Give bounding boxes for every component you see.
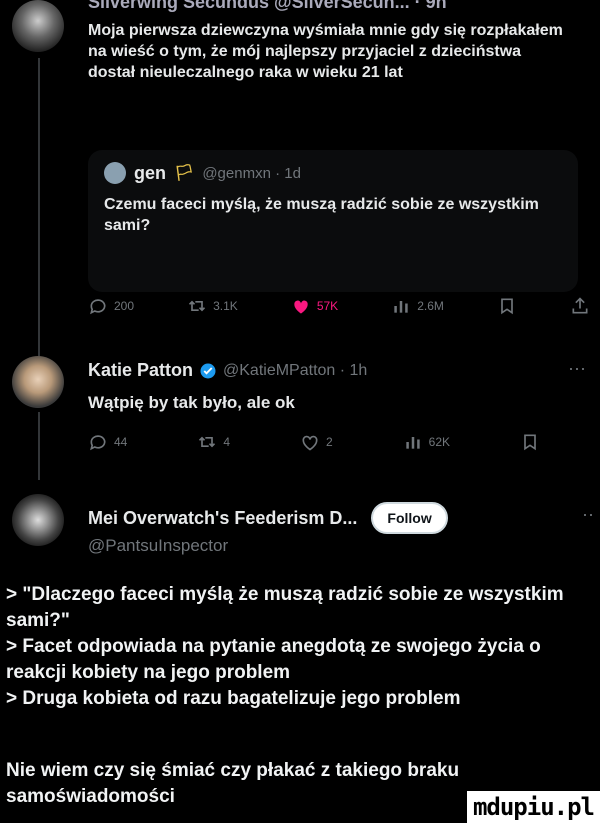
reply-icon: [90, 435, 106, 451]
thread-line: [38, 412, 40, 480]
views-count: 2.6M: [417, 299, 444, 313]
tweet-actions: 200 3.1K 57K 2.6M: [88, 296, 590, 316]
retweet-icon: [188, 300, 206, 312]
tweet-header-text[interactable]: Silverwing Secundus @SilverSecun... · 9h: [88, 0, 447, 13]
avatar: [104, 162, 126, 184]
like-count: 2: [325, 435, 333, 449]
like-count: 57K: [316, 299, 339, 313]
watermark: mdupiu.pl: [466, 791, 600, 823]
quoted-tweet[interactable]: gen 🏳 @genmxn · 1d Czemu faceci myślą, ż…: [88, 150, 578, 292]
avatar[interactable]: [12, 494, 64, 546]
verified-badge-icon: [200, 363, 216, 378]
retweet-count: 4: [223, 435, 231, 449]
reply-count: 200: [114, 299, 135, 313]
tweet-author[interactable]: Katie Patton: [88, 360, 193, 381]
tweet-author[interactable]: Mei Overwatch's Feederism D...: [88, 508, 357, 529]
share-icon: [572, 297, 588, 314]
reply-icon: [90, 299, 106, 315]
tweet-header: Mei Overwatch's Feederism D... Follow: [88, 502, 448, 534]
thread-line: [38, 58, 40, 358]
bookmark-icon: [524, 434, 536, 451]
tweet-header: Silverwing Secundus @SilverSecun... · 9h: [88, 0, 447, 13]
views-count: 62K: [428, 435, 450, 449]
retweet-button[interactable]: 3.1K: [187, 296, 238, 316]
tweet-line: > Druga kobieta od razu bagatelizuje jeg…: [6, 688, 461, 709]
bookmark-button[interactable]: [520, 432, 540, 452]
retweet-count: 3.1K: [213, 299, 238, 313]
avatar[interactable]: [12, 356, 64, 408]
views-button[interactable]: 62K: [403, 432, 450, 452]
tweet-line: > "Dlaczego faceci myślą że muszą radzić…: [6, 584, 564, 631]
retweet-button[interactable]: 4: [197, 432, 230, 452]
tweet-text: Wątpię by tak było, ale ok: [88, 393, 295, 412]
flag-icon: 🏳: [174, 165, 195, 182]
more-icon[interactable]: ··: [582, 504, 594, 525]
tweet-handle[interactable]: @PantsuInspector: [88, 536, 228, 556]
follow-button[interactable]: Follow: [371, 502, 448, 534]
views-icon: [405, 437, 420, 449]
avatar[interactable]: [12, 0, 64, 52]
heart-icon: [302, 435, 318, 451]
retweet-icon: [199, 436, 216, 448]
views-button[interactable]: 2.6M: [391, 296, 444, 316]
like-button[interactable]: 2: [300, 432, 333, 452]
tweet-handle[interactable]: @KatieMPatton · 1h: [223, 362, 367, 380]
bookmark-button[interactable]: [497, 296, 517, 316]
share-button[interactable]: [570, 296, 590, 316]
tweet-header: Katie Patton @KatieMPatton · 1h: [88, 360, 367, 381]
quote-author: gen: [134, 162, 167, 183]
like-button[interactable]: 57K: [291, 296, 338, 316]
quote-text: Czemu faceci myślą, że muszą radzić sobi…: [104, 196, 539, 234]
reply-button[interactable]: 200: [88, 296, 134, 316]
tweet-text: Moja pierwsza dziewczyna wyśmiała mnie g…: [88, 22, 563, 81]
quote-handle: @genmxn · 1d: [202, 164, 301, 182]
views-icon: [394, 301, 408, 313]
bookmark-icon: [501, 298, 513, 315]
reply-button[interactable]: 44: [88, 432, 127, 452]
tweet-actions: 44 4 2 62K: [88, 432, 540, 452]
reply-count: 44: [114, 435, 128, 449]
more-icon[interactable]: ···: [568, 358, 586, 379]
heart-icon: [294, 300, 308, 314]
tweet-line: > Facet odpowiada na pytanie anegdotą ze…: [6, 636, 541, 683]
